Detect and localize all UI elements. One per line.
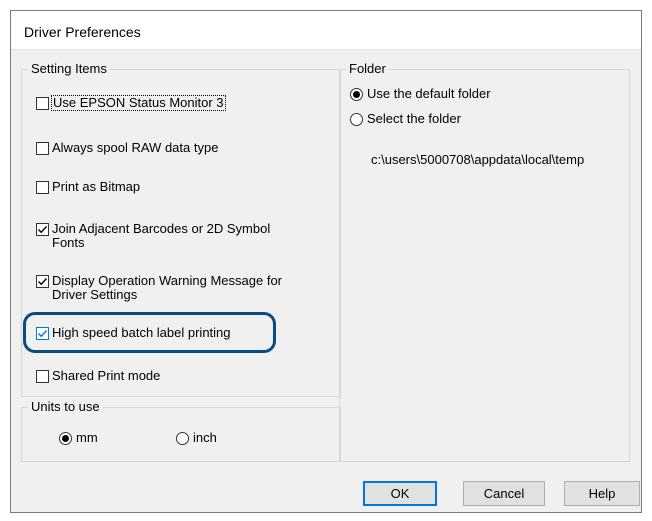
use-epson-status-monitor-checkbox[interactable]: Use EPSON Status Monitor 3 [36, 95, 226, 111]
folder-path: c:\users\5000708\appdata\local\temp [371, 152, 585, 167]
radio-button[interactable] [350, 87, 363, 101]
checkmark-icon [38, 226, 48, 234]
checkbox-label-line2: Driver Settings [52, 287, 138, 302]
units-legend: Units to use [28, 399, 103, 415]
checkbox-label-line1: Join Adjacent Barcodes or 2D Symbol [52, 221, 271, 236]
checkmark-icon [38, 330, 48, 338]
shared-print-mode-checkbox[interactable]: Shared Print mode [36, 369, 160, 383]
print-as-bitmap-checkbox[interactable]: Print as Bitmap [36, 180, 140, 194]
folder-group: Folder [339, 61, 630, 462]
checkbox-label: Shared Print mode [52, 368, 161, 383]
cancel-button[interactable]: Cancel [463, 481, 545, 506]
checkmark-icon [38, 278, 48, 286]
units-inch-radio[interactable]: inch [176, 431, 217, 445]
checkbox-box[interactable] [36, 370, 49, 383]
checkbox-label-line1: Display Operation Warning Message for [52, 273, 283, 288]
radio-label: Select the folder [367, 111, 461, 126]
radio-label: mm [76, 430, 98, 445]
radio-button[interactable] [59, 431, 72, 445]
title-bar: Driver Preferences [11, 11, 641, 50]
folder-legend: Folder [346, 61, 389, 77]
checkbox-label: Print as Bitmap [52, 179, 141, 194]
use-default-folder-radio[interactable]: Use the default folder [350, 87, 491, 101]
units-mm-radio[interactable]: mm [59, 431, 98, 445]
checkbox-box[interactable] [36, 223, 49, 236]
radio-button[interactable] [350, 112, 363, 126]
radio-button[interactable] [176, 431, 189, 445]
radio-label: Use the default folder [367, 86, 491, 101]
driver-preferences-dialog: Driver Preferences Setting Items Use EPS… [10, 10, 642, 513]
checkbox-box[interactable] [36, 142, 49, 155]
always-spool-raw-checkbox[interactable]: Always spool RAW data type [36, 141, 218, 155]
select-folder-radio[interactable]: Select the folder [350, 112, 461, 126]
checkbox-box[interactable] [36, 97, 49, 110]
checkbox-label-line2: Fonts [52, 235, 85, 250]
checkbox-box[interactable] [36, 275, 49, 288]
join-adjacent-barcodes-checkbox[interactable]: Join Adjacent Barcodes or 2D Symbol Font… [36, 222, 270, 250]
checkbox-box[interactable] [36, 181, 49, 194]
checkbox-box[interactable] [36, 327, 49, 340]
checkbox-label: Always spool RAW data type [52, 140, 219, 155]
checkbox-label: Use EPSON Status Monitor 3 [51, 95, 226, 111]
checkbox-label: Join Adjacent Barcodes or 2D Symbol Font… [52, 222, 270, 250]
dialog-title: Driver Preferences [24, 24, 141, 40]
radio-label: inch [193, 430, 217, 445]
ok-button[interactable]: OK [363, 481, 437, 506]
checkbox-label: Display Operation Warning Message for Dr… [52, 274, 282, 302]
setting-items-legend: Setting Items [28, 61, 110, 77]
help-button[interactable]: Help [564, 481, 640, 506]
high-speed-batch-label-printing-checkbox[interactable]: High speed batch label printing [36, 326, 231, 340]
checkbox-label: High speed batch label printing [52, 325, 231, 340]
display-operation-warning-checkbox[interactable]: Display Operation Warning Message for Dr… [36, 274, 282, 302]
